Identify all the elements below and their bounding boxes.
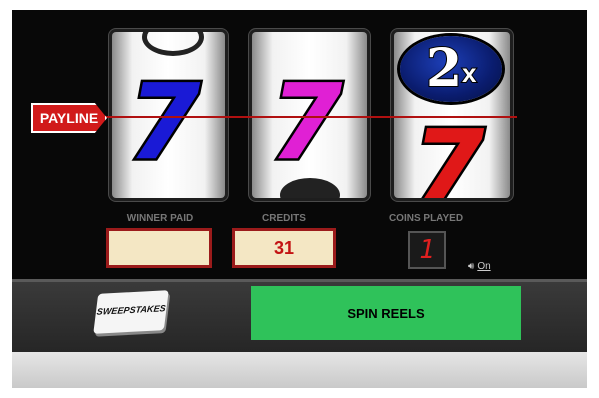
payline-label: PAYLINE	[31, 103, 107, 133]
winner-paid-label: WINNER PAID	[126, 213, 194, 224]
sound-toggle-label: On	[477, 261, 491, 272]
two-x-letter: x	[461, 57, 478, 89]
sound-toggle[interactable]: 🔊︎ On	[468, 261, 491, 272]
speaker-icon: 🔊︎	[468, 261, 475, 272]
sweepstakes-button[interactable]: SWEEPSTAKES	[93, 290, 169, 334]
coins-played-label: COINS PLAYED	[388, 213, 464, 224]
credits-meter: 31	[232, 228, 336, 268]
spin-reels-button[interactable]: SPIN REELS	[251, 286, 521, 340]
bottom-strip	[12, 352, 587, 388]
credits-label: CREDITS	[262, 213, 306, 224]
winner-paid-meter	[106, 228, 212, 268]
coins-played-display: 1	[408, 231, 446, 269]
two-x-digit: 2	[425, 37, 463, 100]
partial-symbol-top	[142, 32, 204, 56]
reel-3: 2x 7	[394, 32, 510, 198]
two-x-multiplier-symbol: 2x	[400, 36, 502, 102]
reel-2: 7	[252, 32, 367, 198]
seven-symbol-magenta: 7	[267, 61, 344, 183]
seven-symbol-blue: 7	[125, 61, 202, 183]
reel-1: 7	[112, 32, 225, 198]
payline-line	[92, 116, 517, 118]
seven-symbol-red: 7	[409, 107, 486, 199]
